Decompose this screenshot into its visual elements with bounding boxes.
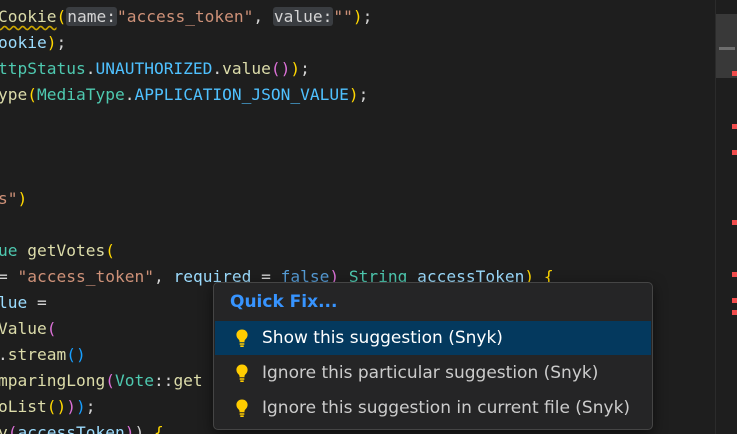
code-token: mparingLong <box>0 371 106 390</box>
code-token: APPLICATION_JSON_VALUE <box>134 85 349 104</box>
code-token: ) <box>134 423 154 434</box>
code-token: ( <box>105 241 115 260</box>
code-token: () <box>66 345 86 364</box>
code-editor[interactable]: Cookie(name:"access_token", value:""); oo… <box>0 0 737 434</box>
code-token: MediaType <box>37 85 125 104</box>
code-token: name: <box>66 7 117 26</box>
code-token: "access_token" <box>116 7 254 26</box>
quick-fix-item-show-suggestion[interactable]: Show this suggestion (Snyk) <box>215 321 651 355</box>
error-marker <box>732 71 737 76</box>
code-line[interactable]: Value( <box>0 316 56 342</box>
code-line[interactable]: ttpStatus.UNAUTHORIZED.value()); <box>0 56 310 82</box>
quick-fix-item-label: Show this suggestion (Snyk) <box>262 328 503 348</box>
code-token: ; <box>362 7 373 26</box>
overview-marker <box>719 47 735 50</box>
code-token: UNAUTHORIZED <box>95 59 213 78</box>
code-token: lue <box>0 293 28 312</box>
code-token: ) <box>348 85 359 104</box>
quick-fix-item-ignore-in-file[interactable]: Ignore this suggestion in current file (… <box>215 391 651 425</box>
code-token: ) <box>280 59 291 78</box>
code-token: ookie <box>0 33 47 52</box>
code-token: ( <box>270 59 281 78</box>
code-token: ; <box>300 59 310 78</box>
code-token: ) <box>66 397 76 416</box>
code-token: "access_token" <box>17 267 154 286</box>
quick-fix-item-ignore-particular[interactable]: Ignore this particular suggestion (Snyk) <box>215 356 651 390</box>
code-token: ( <box>7 423 18 434</box>
lightbulb-icon <box>236 364 248 382</box>
code-token: oList <box>0 397 47 416</box>
quick-fix-item-label: Ignore this suggestion in current file (… <box>262 398 631 418</box>
code-line[interactable]: ue getVotes( <box>0 238 115 264</box>
code-token: :: <box>153 371 174 390</box>
code-token: ttpStatus <box>0 59 86 78</box>
code-line[interactable]: oList())); <box>0 394 95 420</box>
quick-fix-title: Quick Fix... <box>230 292 338 312</box>
code-token: get <box>173 371 203 390</box>
code-line[interactable]: Cookie(name:"access_token", value:""); <box>0 4 372 30</box>
code-token: "" <box>333 7 353 26</box>
code-token: , <box>253 7 273 26</box>
error-marker <box>732 310 737 315</box>
code-line[interactable]: lue = <box>0 290 47 316</box>
code-token: value: <box>272 7 334 26</box>
code-token: ype <box>0 85 28 104</box>
error-marker <box>732 298 737 303</box>
code-token: ) <box>124 423 135 434</box>
code-token: . <box>124 85 135 104</box>
code-token: value <box>222 59 271 78</box>
code-token: . <box>85 59 96 78</box>
code-line[interactable]: mparingLong(Vote::get <box>0 368 203 394</box>
code-token: . <box>212 59 223 78</box>
quick-fix-item-label: Ignore this particular suggestion (Snyk) <box>262 363 599 383</box>
code-token: ( <box>46 319 57 338</box>
code-token: ) <box>17 189 28 208</box>
code-token: = <box>0 267 8 286</box>
error-marker <box>732 272 737 277</box>
code-token: y <box>0 423 8 434</box>
lightbulb-icon <box>236 329 248 347</box>
code-token: Vote <box>114 371 154 390</box>
code-line[interactable]: ookie); <box>0 30 66 56</box>
code-token: ( <box>27 85 37 104</box>
code-token: ; <box>358 85 369 104</box>
code-token: Value <box>0 319 47 338</box>
error-marker <box>732 124 737 129</box>
code-token: ( <box>56 7 67 26</box>
code-line[interactable]: s") <box>0 186 27 212</box>
code-token: ) <box>290 59 301 78</box>
error-marker <box>732 150 737 155</box>
lightbulb-icon <box>236 399 248 417</box>
code-token: { <box>153 423 164 434</box>
code-token: () <box>46 397 67 416</box>
quick-fix-menu[interactable]: Quick Fix... Show this suggestion (Snyk)… <box>213 282 653 430</box>
code-token: ue <box>0 241 28 260</box>
code-token: s" <box>0 189 18 208</box>
code-token: accessToken <box>17 423 125 434</box>
scrollbar-thumb[interactable] <box>716 14 737 78</box>
code-token: ) <box>75 397 86 416</box>
code-token: ) <box>352 7 363 26</box>
code-token: . <box>0 345 8 364</box>
code-token: ; <box>56 33 67 52</box>
overview-ruler[interactable] <box>715 0 737 434</box>
code-token: ( <box>105 371 115 390</box>
code-line[interactable]: y(accessToken)) { <box>0 420 164 434</box>
code-token: getVotes <box>27 241 106 260</box>
code-token: stream <box>7 345 67 364</box>
code-token: , <box>153 267 174 286</box>
error-marker <box>732 220 737 225</box>
code-token: = <box>27 293 47 312</box>
code-token: Cookie <box>0 7 57 26</box>
code-line[interactable]: ype(MediaType.APPLICATION_JSON_VALUE); <box>0 82 368 108</box>
code-token: ; <box>85 397 96 416</box>
code-line[interactable]: .stream() <box>0 342 86 368</box>
